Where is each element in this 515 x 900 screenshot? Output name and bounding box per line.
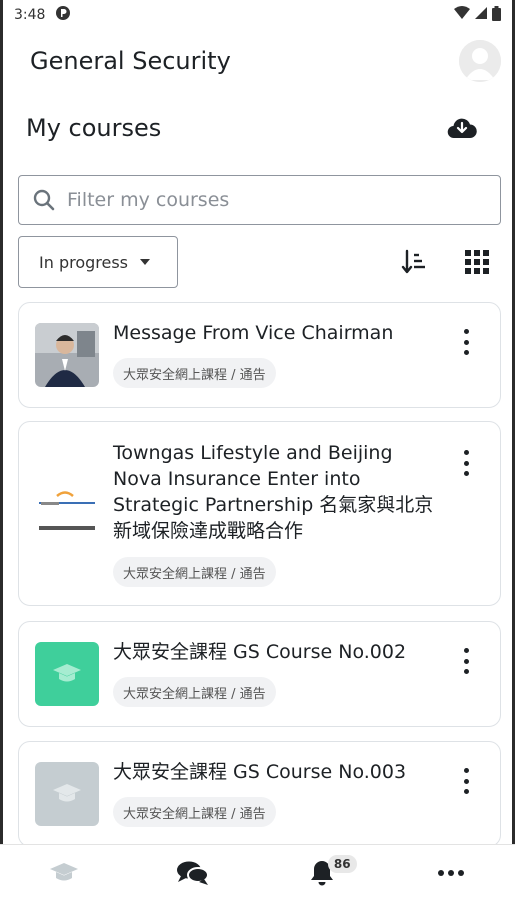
tab-my-courses[interactable]	[0, 845, 129, 900]
app-bar: General Security	[30, 38, 501, 84]
course-thumbnail	[35, 323, 99, 387]
course-title[interactable]: 大眾安全課程 GS Course No.002	[113, 639, 446, 665]
course-card[interactable]: Towngas Lifestyle and Beijing Nova Insur…	[18, 421, 501, 606]
course-thumbnail	[35, 642, 99, 706]
kebab-icon	[463, 768, 469, 773]
graduation-cap-icon	[53, 784, 81, 802]
course-options-button[interactable]	[458, 327, 474, 357]
search-icon	[33, 189, 55, 211]
course-options-button[interactable]	[458, 766, 474, 796]
grid-icon	[465, 250, 489, 274]
course-status-value: In progress	[39, 252, 129, 272]
graduation-cap-icon	[53, 664, 81, 682]
cloud-download-icon	[447, 118, 477, 139]
chat-bubbles-icon	[177, 861, 210, 885]
courses-header: My courses	[26, 108, 479, 148]
course-card[interactable]: Message From Vice Chairman 大眾安全網上課程 / 通告	[18, 302, 501, 408]
course-status-select[interactable]: In progress	[18, 236, 178, 288]
course-category: 大眾安全網上課程 / 通告	[113, 797, 276, 827]
wifi-icon	[454, 6, 470, 24]
more-horizontal-icon	[437, 869, 464, 876]
course-title[interactable]: 大眾安全課程 GS Course No.003	[113, 759, 446, 785]
user-avatar[interactable]	[459, 40, 501, 82]
status-bar: 3:48	[0, 0, 515, 30]
tab-more[interactable]	[386, 845, 515, 900]
status-time: 3:48	[14, 7, 46, 23]
course-thumbnail	[35, 480, 99, 544]
course-card[interactable]: 大眾安全課程 GS Course No.002 大眾安全網上課程 / 通告	[18, 621, 501, 727]
course-title[interactable]: Message From Vice Chairman	[113, 320, 446, 346]
course-category: 大眾安全網上課程 / 通告	[113, 677, 276, 707]
app-notification-icon	[55, 5, 71, 25]
search-box[interactable]	[18, 175, 501, 225]
chevron-down-icon	[140, 259, 151, 265]
tab-messages[interactable]	[129, 845, 258, 900]
avatar-placeholder-icon	[459, 40, 501, 82]
battery-icon	[492, 5, 501, 25]
app-title: General Security	[30, 47, 231, 75]
course-thumbnail	[35, 762, 99, 826]
graduation-cap-icon	[50, 862, 79, 880]
search-input[interactable]	[67, 189, 467, 211]
download-courses-button[interactable]	[445, 111, 479, 145]
kebab-icon	[463, 450, 469, 455]
notification-count-badge: 86	[327, 854, 357, 873]
tab-notifications[interactable]: 86	[258, 845, 387, 900]
course-card[interactable]: 大眾安全課程 GS Course No.003 大眾安全網上課程 / 通告	[18, 741, 501, 847]
signal-icon	[474, 6, 488, 24]
course-title[interactable]: Towngas Lifestyle and Beijing Nova Insur…	[113, 440, 446, 544]
bottom-nav: 86	[0, 844, 515, 900]
sort-button[interactable]	[397, 244, 433, 280]
sort-icon	[401, 249, 425, 274]
filter-row: In progress	[18, 236, 501, 288]
course-category: 大眾安全網上課程 / 通告	[113, 358, 276, 388]
view-grid-button[interactable]	[459, 244, 495, 280]
course-options-button[interactable]	[458, 646, 474, 676]
course-category: 大眾安全網上課程 / 通告	[113, 557, 276, 587]
kebab-icon	[463, 329, 469, 334]
page-title: My courses	[26, 114, 162, 142]
kebab-icon	[463, 648, 469, 653]
course-options-button[interactable]	[458, 448, 474, 478]
